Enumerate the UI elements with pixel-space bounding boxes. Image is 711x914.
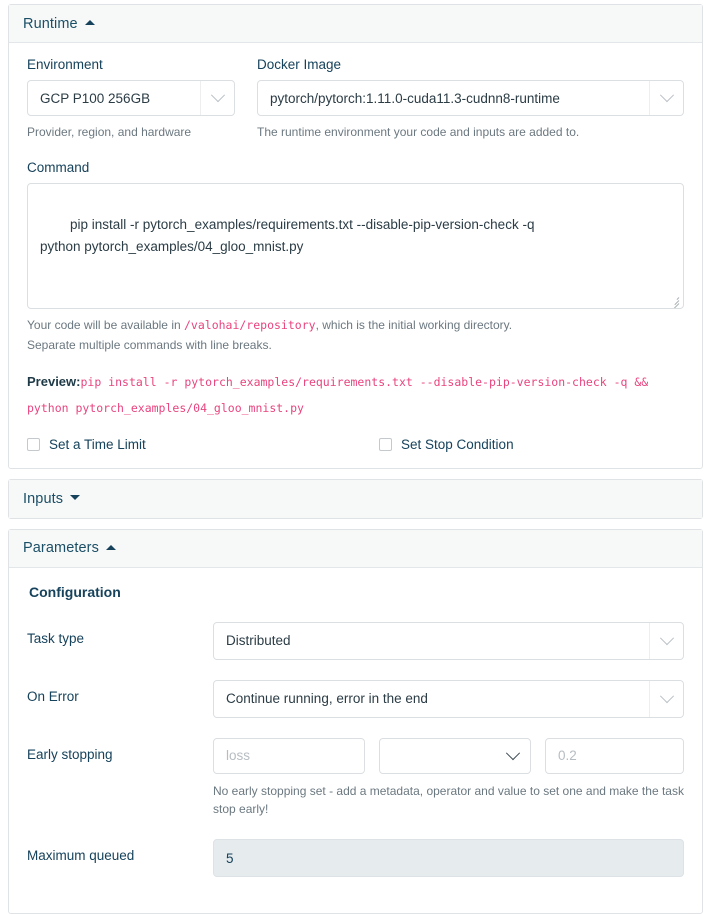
stop-condition-checkbox-row[interactable]: Set Stop Condition bbox=[379, 437, 514, 452]
command-hint-after: , which is the initial working directory… bbox=[315, 317, 513, 332]
checkbox-icon[interactable] bbox=[379, 437, 392, 451]
environment-value: GCP P100 256GB bbox=[40, 90, 151, 106]
on-error-control: Continue running, error in the end bbox=[213, 679, 684, 718]
caret-up-icon bbox=[84, 20, 95, 25]
early-stopping-operator-select[interactable] bbox=[379, 737, 531, 774]
command-hint-path: /valohai/repository bbox=[184, 317, 316, 332]
command-textarea[interactable]: pip install -r pytorch_examples/requirem… bbox=[27, 182, 684, 309]
on-error-label: On Error bbox=[27, 688, 79, 704]
preview-value: pip install -r pytorch_examples/requirem… bbox=[27, 375, 649, 415]
checkbox-icon[interactable] bbox=[27, 437, 40, 451]
parameters-panel-header[interactable]: Parameters bbox=[9, 529, 702, 568]
early-stopping-label: Early stopping bbox=[27, 746, 113, 762]
early-stopping-hint: No early stopping set - add a metadata, … bbox=[213, 783, 684, 817]
preview-label: Preview: bbox=[27, 374, 81, 389]
runtime-panel: Runtime Environment GCP P100 256GB Provi… bbox=[8, 4, 703, 469]
maximum-queued-input[interactable]: 5 bbox=[213, 839, 684, 877]
task-type-row: Task type Distributed bbox=[27, 621, 684, 660]
early-stopping-control: loss 0.2 No early stopping set - add a m… bbox=[213, 737, 684, 819]
on-error-select[interactable]: Continue running, error in the end bbox=[213, 679, 684, 718]
parameters-panel-body: Configuration Task type Distributed On E… bbox=[9, 568, 702, 913]
docker-image-label: Docker Image bbox=[257, 57, 342, 72]
parameters-panel-title: Parameters bbox=[23, 540, 99, 557]
runtime-panel-header[interactable]: Runtime bbox=[9, 5, 702, 43]
run-configuration-page: Runtime Environment GCP P100 256GB Provi… bbox=[0, 0, 711, 914]
chevron-down-icon[interactable] bbox=[505, 745, 521, 761]
caret-down-icon bbox=[70, 495, 81, 501]
task-type-select[interactable]: Distributed bbox=[213, 621, 684, 660]
command-hint-line2: Separate multiple commands with line bre… bbox=[27, 338, 272, 353]
inputs-panel-header[interactable]: Inputs bbox=[9, 479, 702, 518]
task-type-label: Task type bbox=[27, 630, 85, 646]
resize-handle-icon[interactable] bbox=[669, 295, 681, 308]
command-hint-line1: Your code will be available in /valohai/… bbox=[27, 316, 684, 335]
command-label: Command bbox=[27, 159, 90, 175]
environment-hint: Provider, region, and hardware bbox=[27, 125, 192, 139]
chevron-down-icon[interactable] bbox=[200, 81, 234, 115]
parameters-panel: Parameters Configuration Task type Distr… bbox=[8, 528, 703, 914]
configuration-heading: Configuration bbox=[29, 583, 121, 600]
runtime-panel-title: Runtime bbox=[23, 15, 78, 32]
runtime-panel-body: Environment GCP P100 256GB Provider, reg… bbox=[9, 43, 702, 468]
early-stopping-inputs: loss 0.2 bbox=[213, 737, 684, 774]
command-value: pip install -r pytorch_examples/requirem… bbox=[40, 217, 535, 255]
maximum-queued-label: Maximum queued bbox=[27, 848, 135, 863]
early-stopping-metadata-input[interactable]: loss bbox=[213, 737, 365, 774]
docker-image-select[interactable]: pytorch/pytorch:1.11.0-cuda11.3-cudnn8-r… bbox=[257, 80, 684, 116]
task-type-control: Distributed bbox=[213, 621, 684, 660]
on-error-row: On Error Continue running, error in the … bbox=[27, 679, 684, 718]
inputs-panel-title: Inputs bbox=[23, 490, 64, 507]
maximum-queued-control: 5 bbox=[213, 839, 684, 877]
docker-image-value: pytorch/pytorch:1.11.0-cuda11.3-cudnn8-r… bbox=[270, 90, 560, 106]
maximum-queued-value: 5 bbox=[226, 850, 234, 866]
command-hints: Your code will be available in /valohai/… bbox=[27, 316, 684, 355]
on-error-value: Continue running, error in the end bbox=[226, 691, 428, 707]
environment-label: Environment bbox=[27, 57, 103, 72]
early-stopping-metadata-placeholder: loss bbox=[226, 748, 251, 764]
environment-field-group: Environment GCP P100 256GB Provider, reg… bbox=[27, 57, 235, 142]
command-hint-before: Your code will be available in bbox=[27, 317, 184, 332]
chevron-down-icon[interactable] bbox=[649, 680, 683, 717]
early-stopping-threshold-placeholder: 0.2 bbox=[558, 748, 577, 764]
time-limit-checkbox-row[interactable]: Set a Time Limit bbox=[27, 437, 379, 452]
early-stopping-threshold-input[interactable]: 0.2 bbox=[545, 737, 684, 774]
docker-image-field-group: Docker Image pytorch/pytorch:1.11.0-cuda… bbox=[257, 57, 684, 142]
early-stopping-row: Early stopping loss 0.2 No early stoppin… bbox=[27, 737, 684, 819]
task-type-value: Distributed bbox=[226, 633, 291, 649]
docker-image-hint: The runtime environment your code and in… bbox=[257, 125, 580, 139]
chevron-down-icon[interactable] bbox=[649, 622, 683, 659]
caret-up-icon bbox=[105, 544, 116, 550]
command-preview: Preview:pip install -r pytorch_examples/… bbox=[27, 369, 684, 421]
runtime-top-row: Environment GCP P100 256GB Provider, reg… bbox=[27, 57, 684, 142]
runtime-checkbox-row: Set a Time Limit Set Stop Condition bbox=[27, 437, 684, 452]
stop-condition-label: Set Stop Condition bbox=[401, 436, 514, 452]
time-limit-label: Set a Time Limit bbox=[49, 436, 146, 452]
maximum-queued-row: Maximum queued 5 bbox=[27, 839, 684, 877]
chevron-down-icon[interactable] bbox=[649, 81, 683, 115]
inputs-panel: Inputs bbox=[8, 478, 703, 519]
environment-select[interactable]: GCP P100 256GB bbox=[27, 80, 235, 116]
